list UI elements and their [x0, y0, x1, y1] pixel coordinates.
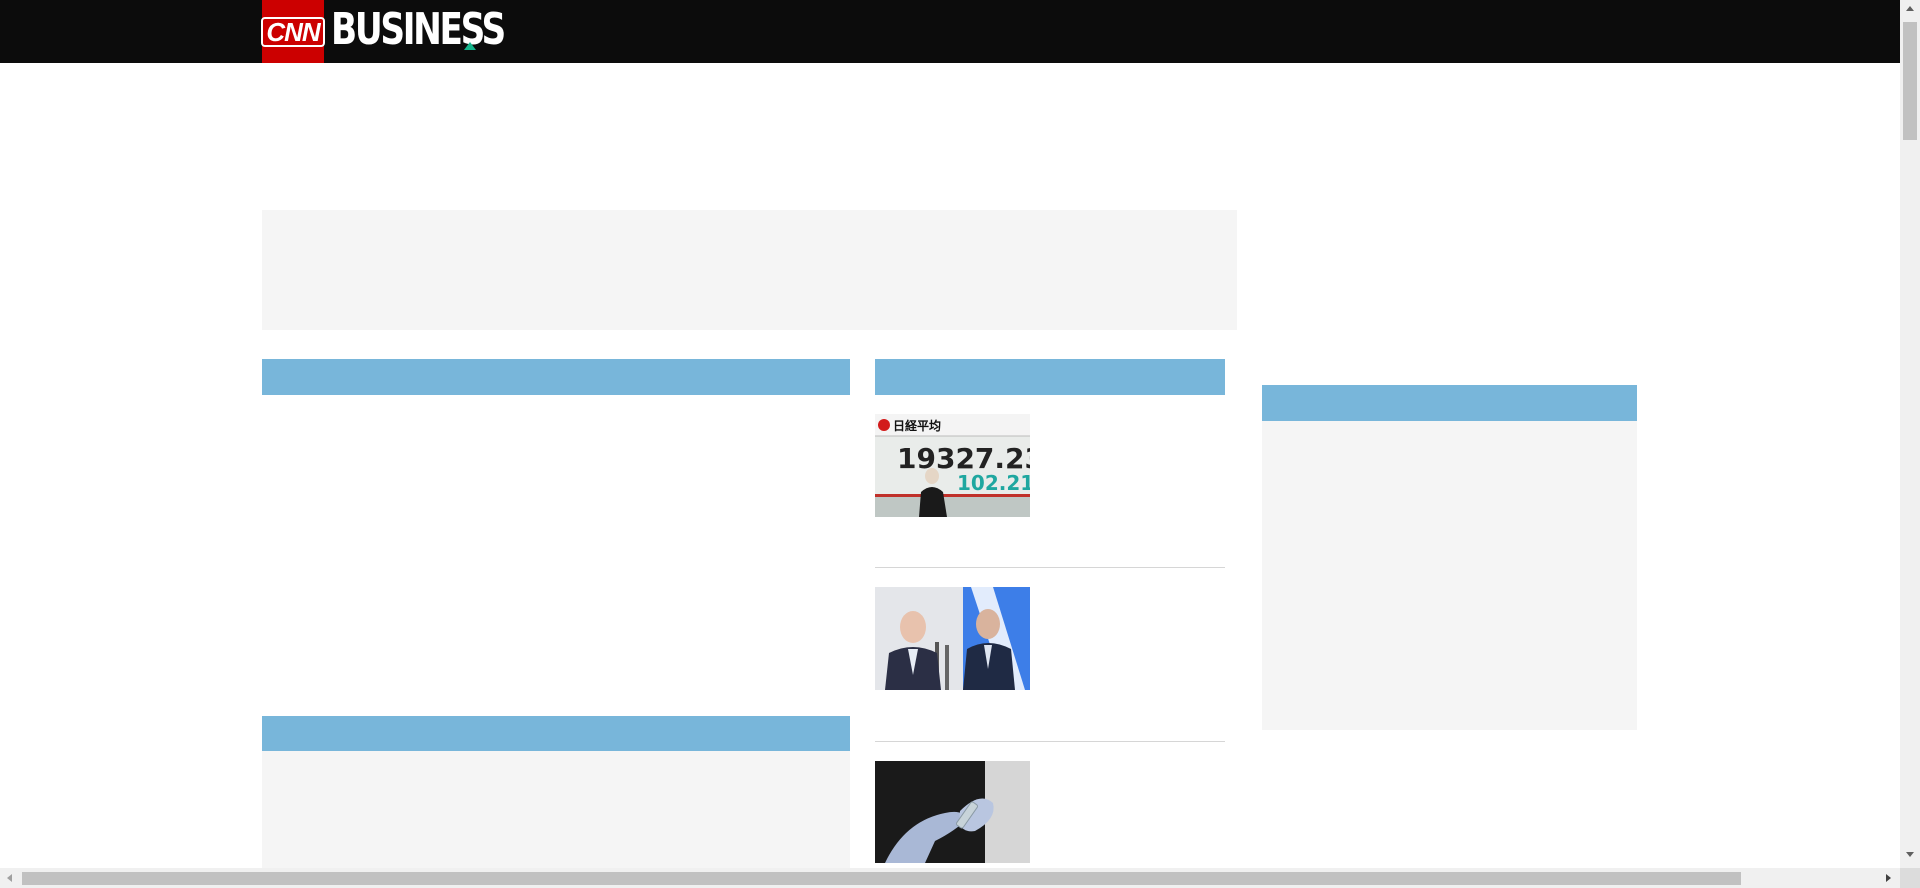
story-divider-2	[875, 741, 1225, 742]
story-thumbnail-executives[interactable]	[875, 587, 1030, 690]
ad-banner-placeholder	[262, 210, 1237, 330]
content-placeholder-left	[262, 751, 850, 868]
scroll-up-arrow-icon[interactable]	[1906, 6, 1914, 11]
cnn-logo[interactable]: CNN	[261, 0, 325, 63]
brand-accent-triangle-icon	[464, 42, 476, 50]
section-header-right	[1262, 385, 1637, 421]
scrollbar-corner	[1900, 868, 1920, 888]
content-placeholder-right	[1262, 421, 1637, 730]
horizontal-scrollbar[interactable]	[0, 868, 1900, 888]
section-header-left-1	[262, 359, 850, 395]
story-divider-1	[875, 567, 1225, 568]
section-header-middle	[875, 359, 1225, 395]
scroll-left-arrow-icon[interactable]	[7, 874, 12, 882]
executives-image	[875, 587, 1030, 690]
gloved-hands-image	[875, 761, 1030, 863]
vertical-scrollbar[interactable]	[1900, 0, 1920, 868]
business-brand-link[interactable]: BUSINESS	[331, 4, 506, 55]
story-thumbnail-lab[interactable]	[875, 761, 1030, 863]
vertical-scroll-thumb[interactable]	[1903, 22, 1917, 140]
story-thumbnail-nikkei[interactable]: 日経平均 19327.23 102.21	[875, 414, 1030, 517]
svg-text:102.21: 102.21	[957, 471, 1030, 495]
top-navigation-bar: CNN BUSINESS	[0, 0, 1900, 63]
section-header-left-2	[262, 716, 850, 751]
scroll-down-arrow-icon[interactable]	[1906, 852, 1914, 857]
nikkei-board-image: 日経平均 19327.23 102.21	[875, 414, 1030, 517]
scroll-right-arrow-icon[interactable]	[1886, 874, 1891, 882]
horizontal-scroll-thumb[interactable]	[22, 872, 1741, 885]
svg-text:日経平均: 日経平均	[893, 418, 941, 433]
